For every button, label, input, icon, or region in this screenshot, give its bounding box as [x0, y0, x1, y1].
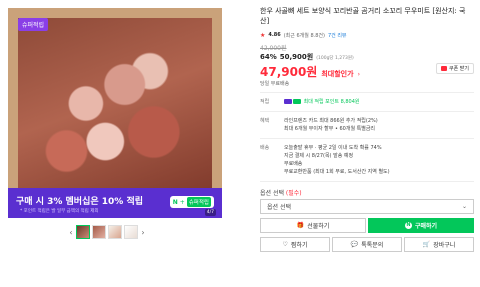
primary-actions: 🎁 선물하기 N 구매하기 — [260, 218, 474, 233]
naver-plus-pill: N + 슈퍼적립 — [169, 196, 214, 208]
promo-banner: 구매 시 3% 멤버십은 10% 적립 * 포인트 적립은 발 일부 금액의 적… — [8, 188, 222, 218]
thumbnail-strip: ‹ › — [68, 224, 146, 240]
coupon-label: 쿠폰 받기 — [449, 66, 469, 72]
option-select[interactable]: 옵션 선택 ⌄ — [260, 199, 474, 214]
option-required: (필수) — [285, 190, 302, 197]
product-info: 한우 사골뼈 세트 보양식 꼬리반골 곰거리 소꼬리 무우미트 [원산지: 국산… — [260, 6, 474, 252]
option-select-value: 옵션 선택 — [267, 204, 291, 211]
membership-badge-icon — [284, 99, 292, 104]
option-label: 옵션 선택 (필수) — [260, 188, 474, 197]
shipping-note: 당일 무료배송 — [260, 81, 290, 87]
divider — [260, 92, 474, 93]
secondary-actions: ♡ 찜하기 💬 톡톡문의 🛒 장바구니 — [260, 237, 474, 252]
divider — [260, 111, 474, 112]
points-label: 적립 — [260, 99, 270, 105]
rating-count: (최근 6개월 8.8건) — [283, 32, 325, 39]
shipping-values: 오늘출발 휴무 · 평균 2일 이내 도착 확률 74% 지금 결제 시 8/2… — [284, 144, 390, 176]
gift-label: 선물하기 — [307, 223, 330, 230]
banner-title: 구매 시 3% 멤버십은 10% 적립 — [16, 197, 144, 207]
card-benefit-values: 라인프렌즈 카드 최대 866원 추가 적립(2%) 최대 6개월 무이자 할부… — [284, 117, 378, 133]
rating-score: 4.86 — [268, 32, 281, 38]
naver-pay-icon: N — [404, 222, 412, 229]
discount-line: 64% 50,900원 (100g당 1,273원) — [260, 52, 474, 61]
wish-label: 찜하기 — [290, 242, 308, 249]
card-benefit-line-2: 최대 6개월 무이자 할부 • 60개월 특별금리 — [284, 126, 376, 132]
coupon-button[interactable]: 쿠폰 받기 — [436, 63, 474, 74]
rating-row: ★ 4.86 (최근 6개월 8.8건) 7건 리뷰 — [260, 31, 474, 39]
final-price: 47,900원 — [260, 65, 318, 79]
star-icon: ★ — [260, 31, 266, 39]
final-price-label: 최대할인가 — [321, 70, 354, 78]
divider — [260, 138, 474, 139]
card-label: 혜택 — [260, 118, 270, 124]
gift-icon: 🎁 — [296, 222, 305, 229]
points-row: 적립 최대 적립 포인트 8,804원 — [260, 98, 474, 106]
card-benefit-line-1: 라인프렌즈 카드 최대 866원 추가 적립(2%) — [284, 118, 378, 124]
buy-button[interactable]: N 구매하기 — [368, 218, 474, 233]
shipping-line-3: 무료배송 — [284, 161, 303, 167]
chevron-down-icon: ⌄ — [461, 203, 467, 210]
unit-price: (100g당 1,273원) — [316, 56, 354, 61]
points-value[interactable]: 최대 적립 포인트 8,804원 — [304, 99, 360, 105]
coupon-icon — [441, 66, 447, 71]
review-link[interactable]: 7건 리뷰 — [328, 32, 347, 39]
heart-icon: ♡ — [282, 241, 288, 248]
talk-button[interactable]: 💬 톡톡문의 — [332, 237, 402, 252]
cart-button[interactable]: 🛒 장바구니 — [404, 237, 474, 252]
gift-button[interactable]: 🎁 선물하기 — [260, 218, 366, 233]
naver-n-icon: N — [172, 198, 178, 206]
thumbnail-1[interactable] — [76, 225, 90, 239]
original-price: 42,000원 — [260, 45, 287, 52]
naver-pay-badge-icon — [293, 99, 301, 104]
shipping-line-2: 지금 결제 시 8/27(목) 발송 예정 — [284, 153, 354, 159]
banner-subtitle: * 포인트 적립은 발 일부 금액의 적립 제외 — [20, 209, 99, 214]
talk-label: 톡톡문의 — [361, 242, 384, 249]
discount-price: 50,900원 — [279, 53, 314, 61]
shipping-line-1: 오늘출발 휴무 · 평균 2일 이내 도착 확률 74% — [284, 145, 382, 151]
meat-photo — [8, 8, 222, 218]
prev-arrow-icon[interactable]: ‹ — [68, 228, 74, 237]
card-benefit-row: 혜택 라인프렌즈 카드 최대 866원 추가 적립(2%) 최대 6개월 무이자… — [260, 117, 474, 133]
shipping-row: 배송 오늘출발 휴무 · 평균 2일 이내 도착 확률 74% 지금 결제 시 … — [260, 144, 474, 176]
thumbnail-2[interactable] — [92, 225, 106, 239]
shipping-line-4: 무료교환반품 (최대 1회 무료, 도서산간 지역 별도) — [284, 169, 390, 175]
discount-percent: 64% — [260, 53, 277, 61]
super-points-badge: 슈퍼적립 — [18, 18, 49, 31]
option-label-text: 옵션 선택 — [260, 190, 284, 197]
shipping-label: 배송 — [260, 145, 270, 151]
plus-icon: + — [179, 198, 185, 206]
chevron-right-icon: › — [357, 71, 360, 78]
image-counter: 4/7 — [204, 209, 216, 216]
product-main-image[interactable]: 슈퍼적립 구매 시 3% 멤버십은 10% 적립 * 포인트 적립은 발 일부 … — [8, 8, 222, 218]
buy-label: 구매하기 — [414, 223, 438, 230]
thumbnail-4[interactable] — [124, 225, 138, 239]
points-value-wrap: 최대 적립 포인트 8,804원 — [284, 98, 359, 106]
next-arrow-icon[interactable]: › — [140, 228, 146, 237]
cart-icon: 🛒 — [422, 241, 431, 248]
wish-button[interactable]: ♡ 찜하기 — [260, 237, 330, 252]
cart-label: 장바구니 — [433, 242, 456, 249]
chat-icon: 💬 — [350, 241, 359, 248]
product-gallery: 슈퍼적립 구매 시 3% 멤버십은 10% 적립 * 포인트 적립은 발 일부 … — [0, 0, 250, 287]
divider — [260, 181, 474, 182]
product-title: 한우 사골뼈 세트 보양식 꼬리반골 곰거리 소꼬리 무우미트 [원산지: 국산… — [260, 7, 466, 25]
super-points-label: 슈퍼적립 — [186, 197, 211, 207]
thumbnail-3[interactable] — [108, 225, 122, 239]
